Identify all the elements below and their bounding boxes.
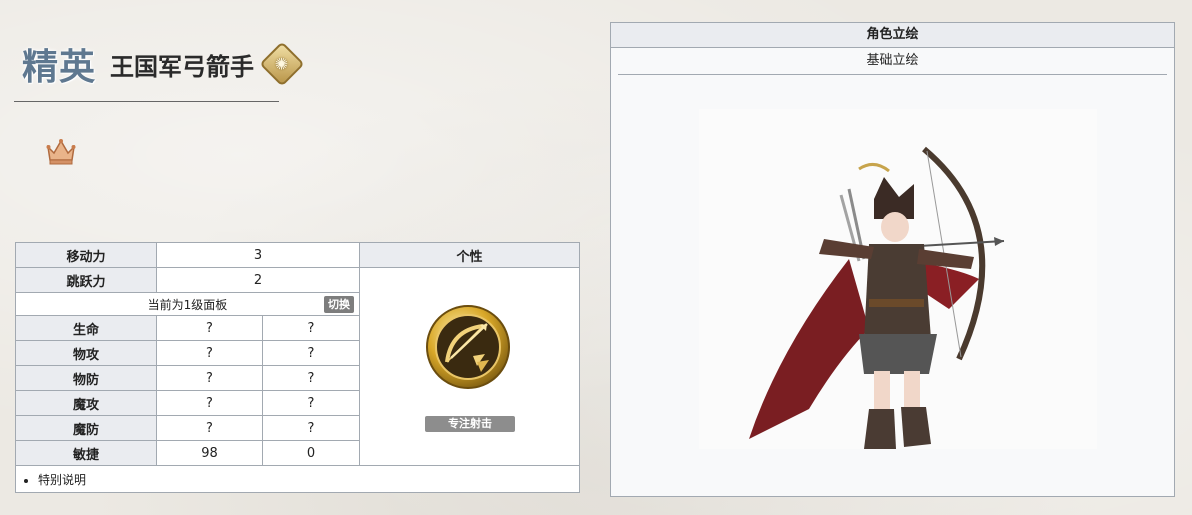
archer-illustration bbox=[749, 146, 1005, 449]
art-header: 角色立绘 bbox=[611, 23, 1174, 48]
title-divider bbox=[14, 101, 279, 102]
stat-value-1: ? bbox=[156, 365, 263, 391]
stat-value-2: ? bbox=[262, 315, 360, 341]
stat-value-2: 0 bbox=[262, 440, 360, 466]
level-text: 当前为1级面板 bbox=[147, 297, 228, 312]
stat-value-2: ? bbox=[262, 415, 360, 441]
archer-class-emblem-icon: ✺ bbox=[259, 41, 305, 87]
stats-table: 移动力 3 个性 跳跃力 2 专注射击 当前为1级面板 切换 生命 ? ? 物攻… bbox=[15, 242, 580, 493]
trait-name[interactable]: 专注射击 bbox=[425, 416, 515, 432]
stat-value-1: ? bbox=[156, 390, 263, 416]
crown-icon bbox=[46, 139, 76, 165]
stat-label: 物防 bbox=[15, 365, 157, 391]
level-cell: 当前为1级面板 切换 bbox=[15, 292, 360, 316]
rarity-label: 精英 bbox=[22, 46, 97, 88]
stat-label: 生命 bbox=[15, 315, 157, 341]
move-value: 3 bbox=[156, 242, 360, 268]
jump-row: 跳跃力 2 专注射击 bbox=[15, 267, 580, 466]
art-panel: 角色立绘 基础立绘 bbox=[610, 22, 1175, 497]
note-item: 特别说明 bbox=[38, 471, 579, 488]
switch-button[interactable]: 切换 bbox=[324, 296, 354, 313]
note-row: 特别说明 bbox=[15, 465, 580, 493]
unit-title: 精英 王国军弓箭手 ✺ bbox=[22, 38, 305, 90]
jump-value: 2 bbox=[156, 267, 360, 293]
trait-header: 个性 bbox=[359, 242, 580, 268]
stat-value-1: ? bbox=[156, 315, 263, 341]
note-cell: 特别说明 bbox=[15, 465, 580, 493]
art-tab-basic[interactable]: 基础立绘 bbox=[618, 48, 1167, 75]
stat-value-2: ? bbox=[262, 365, 360, 391]
stat-value-1: ? bbox=[156, 340, 263, 366]
stat-value-2: ? bbox=[262, 340, 360, 366]
stat-label: 物攻 bbox=[15, 340, 157, 366]
move-row: 移动力 3 个性 bbox=[15, 242, 580, 268]
bow-trait-icon[interactable] bbox=[425, 304, 511, 390]
jump-label: 跳跃力 bbox=[15, 267, 157, 293]
stat-label: 敏捷 bbox=[15, 440, 157, 466]
stat-value-1: ? bbox=[156, 415, 263, 441]
unit-name: 王国军弓箭手 bbox=[110, 52, 255, 81]
move-label: 移动力 bbox=[15, 242, 157, 268]
stat-label: 魔防 bbox=[15, 415, 157, 441]
trait-cell: 专注射击 bbox=[359, 267, 580, 466]
stat-value-1: 98 bbox=[156, 440, 263, 466]
stat-value-2: ? bbox=[262, 390, 360, 416]
stat-label: 魔攻 bbox=[15, 390, 157, 416]
archer-portrait-image bbox=[699, 109, 1097, 449]
